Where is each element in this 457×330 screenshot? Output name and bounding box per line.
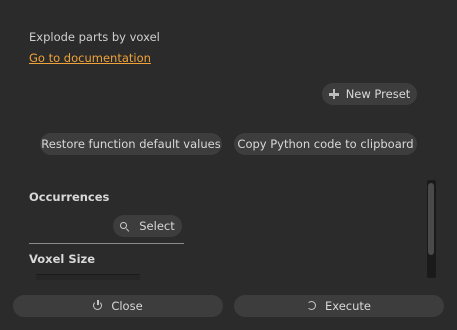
execute-button[interactable]: Execute	[234, 295, 444, 317]
search-icon	[120, 221, 129, 231]
documentation-link[interactable]: Go to documentation	[29, 51, 151, 65]
function-panel: Explode parts by voxel Go to documentati…	[0, 0, 457, 330]
copy-python-button[interactable]: Copy Python code to clipboard	[234, 133, 417, 155]
occurrences-title: Occurrences	[29, 190, 110, 204]
new-preset-label: New Preset	[345, 87, 411, 101]
execute-label: Execute	[325, 299, 371, 313]
restore-defaults-button[interactable]: Restore function default values	[40, 133, 222, 155]
close-button[interactable]: Close	[13, 295, 223, 317]
function-description: Explode parts by voxel	[29, 30, 160, 44]
select-button[interactable]: Select	[113, 215, 182, 237]
plus-icon	[328, 89, 339, 99]
select-label: Select	[139, 219, 175, 233]
scrollbar-thumb[interactable]	[428, 183, 434, 255]
restore-defaults-label: Restore function default values	[41, 137, 221, 151]
section-divider	[29, 243, 184, 244]
close-label: Close	[111, 299, 143, 313]
refresh-icon	[307, 301, 317, 311]
new-preset-button[interactable]: New Preset	[322, 83, 417, 105]
copy-python-label: Copy Python code to clipboard	[237, 137, 414, 151]
scrollbar[interactable]	[427, 180, 436, 278]
voxel-size-title: Voxel Size	[29, 252, 96, 266]
power-icon	[93, 300, 103, 311]
